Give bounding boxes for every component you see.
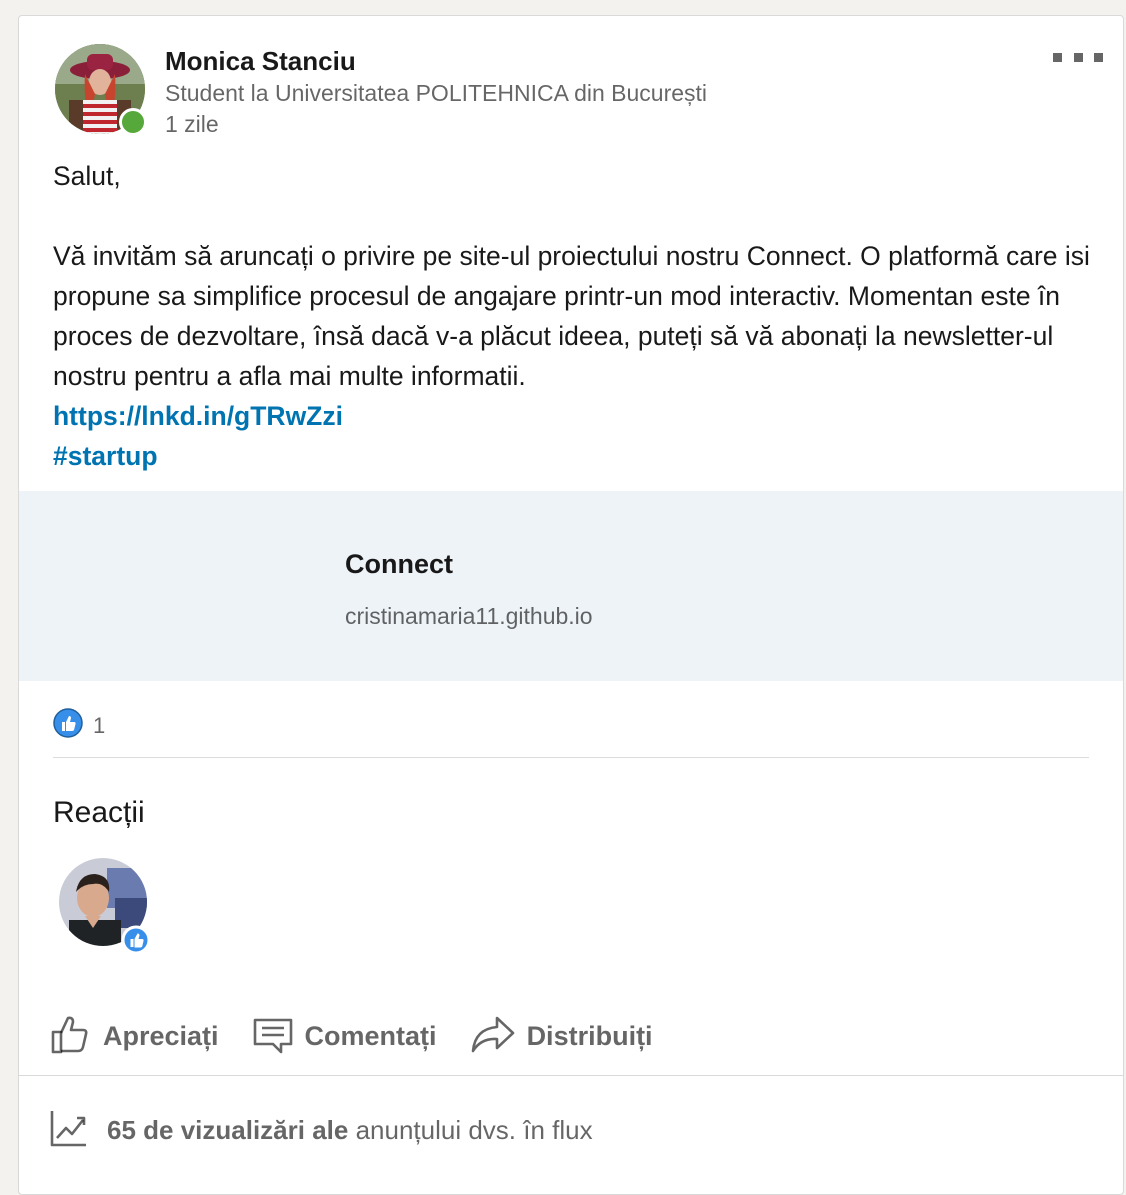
post-url-link[interactable]: https://lnkd.in/gTRwZzi	[53, 396, 1093, 436]
online-presence-indicator	[119, 108, 147, 136]
social-actions-bar: Apreciați Comentați Distribuiți	[49, 1012, 685, 1061]
share-button[interactable]: Distribuiți	[469, 1012, 653, 1061]
divider	[53, 757, 1089, 758]
views-description: anunțului dvs. în flux	[348, 1115, 593, 1145]
reactor-avatar[interactable]	[59, 858, 151, 955]
preview-domain: cristinamaria11.github.io	[345, 603, 593, 629]
author-name[interactable]: Monica Stanciu	[165, 46, 356, 77]
more-icon-dot	[1073, 52, 1083, 62]
analytics-text: 65 de vizualizări ale anunțului dvs. în …	[107, 1115, 593, 1146]
post-greeting: Salut,	[53, 161, 121, 191]
post-header: Monica Stanciu Student la Universitatea …	[19, 16, 1123, 146]
more-icon-dot	[1094, 52, 1103, 62]
like-reaction-icon	[121, 925, 151, 960]
post-analytics-link[interactable]: 65 de vizualizări ale anunțului dvs. în …	[49, 1108, 593, 1153]
analytics-icon	[49, 1108, 89, 1153]
like-label: Apreciați	[103, 1021, 219, 1051]
link-preview-card[interactable]: Connect cristinamaria11.github.io	[19, 491, 1123, 681]
post-text: Salut, Vă invităm să aruncați o privire …	[53, 156, 1093, 476]
reactions-summary[interactable]: 1	[53, 708, 105, 743]
post-timestamp: 1 zile	[165, 111, 219, 137]
thumbs-up-icon	[49, 1012, 93, 1061]
more-icon	[1053, 52, 1062, 62]
post-paragraph: Vă invităm să aruncați o privire pe site…	[53, 241, 1090, 391]
views-count: 65 de vizualizări ale	[107, 1115, 349, 1145]
like-button[interactable]: Apreciați	[49, 1012, 219, 1061]
divider	[19, 1075, 1123, 1076]
comment-button[interactable]: Comentați	[251, 1012, 437, 1061]
author-headline: Student la Universitatea POLITEHNICA din…	[165, 80, 708, 106]
feed-post-card: Monica Stanciu Student la Universitatea …	[18, 15, 1124, 1195]
like-reaction-icon	[53, 708, 83, 743]
hashtag-link[interactable]: #startup	[53, 436, 1093, 476]
reactions-heading: Reacții	[53, 796, 145, 829]
share-label: Distribuiți	[526, 1021, 653, 1051]
more-options-button[interactable]	[1053, 42, 1103, 72]
share-icon	[469, 1012, 517, 1061]
preview-title: Connect	[345, 549, 453, 579]
author-avatar[interactable]	[55, 44, 147, 136]
comment-icon	[251, 1012, 295, 1061]
reactions-count: 1	[93, 712, 106, 738]
comment-label: Comentați	[304, 1021, 437, 1051]
